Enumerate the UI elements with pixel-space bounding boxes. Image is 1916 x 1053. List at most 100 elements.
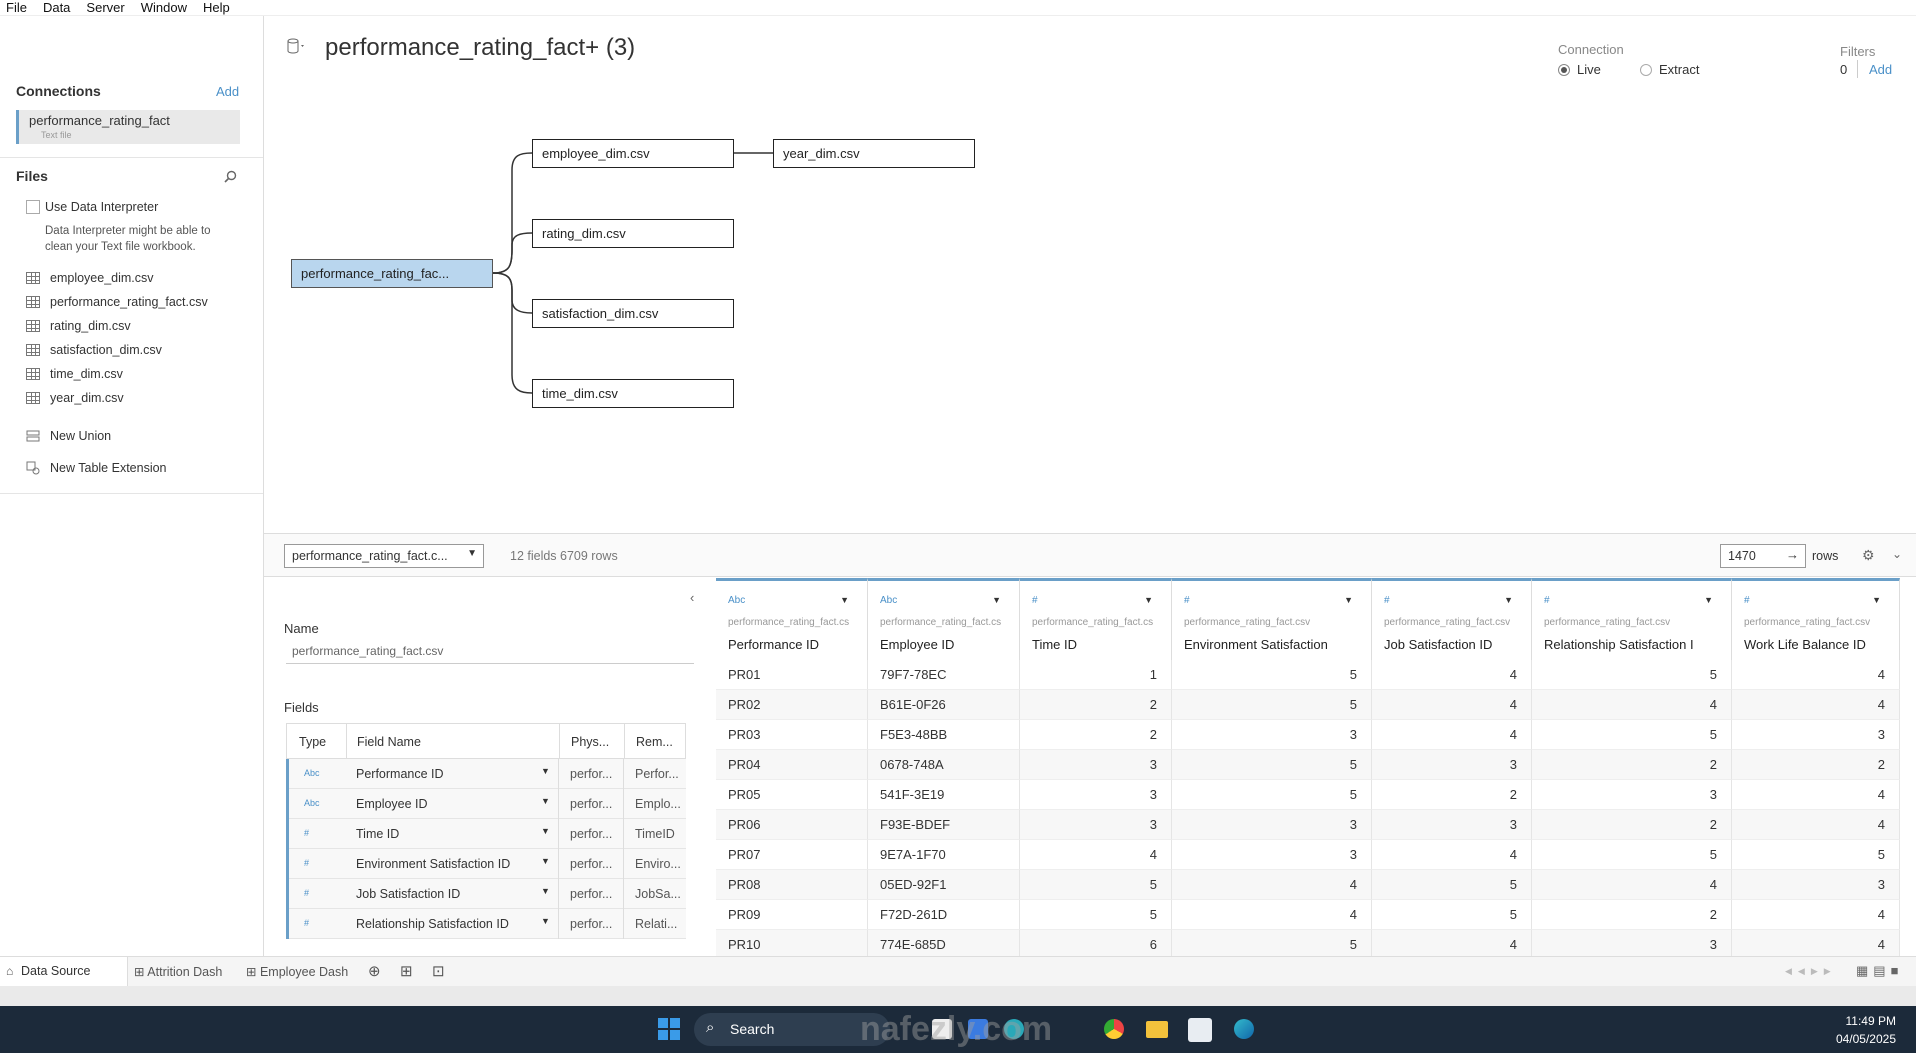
column-name[interactable]: Time ID <box>1032 637 1164 652</box>
remote-field: Perfor... <box>635 767 679 781</box>
chevron-down-icon[interactable]: ▼ <box>541 916 550 926</box>
field-row[interactable]: # Environment Satisfaction ID ▼ perfor... En… <box>286 849 686 879</box>
table-box-employee-dim[interactable]: employee_dim.csv <box>532 139 734 168</box>
table-box-year-dim[interactable]: year_dim.csv <box>773 139 975 168</box>
field-row[interactable]: # Time ID ▼ perfor... TimeID <box>286 819 686 849</box>
grid-cell: 2 <box>1532 810 1732 840</box>
table-extension-icon <box>26 461 40 475</box>
extract-label[interactable]: Extract <box>1659 62 1699 77</box>
tab-employee-dash[interactable]: ⊞ Employee Dash <box>246 964 348 979</box>
new-worksheet-icon[interactable]: ⊕ <box>368 962 381 980</box>
grid-column-header[interactable]: # ▼ performance_rating_fact.csv Environment… <box>1172 578 1372 660</box>
field-name[interactable]: Employee ID <box>356 797 428 811</box>
grid-cell: 4 <box>1020 840 1172 870</box>
tab-nav-icons[interactable]: ◀◀▶▶ <box>1785 966 1837 977</box>
column-header[interactable]: Type <box>299 735 326 749</box>
tab-data-source[interactable]: ⌂ Data Source <box>0 957 128 986</box>
grid-column-header[interactable]: # ▼ performance_rating_fact.csv Job Satisfa… <box>1372 578 1532 660</box>
live-label[interactable]: Live <box>1577 62 1601 77</box>
fields-label: Fields <box>284 700 319 715</box>
chevron-down-icon[interactable]: ▼ <box>840 595 849 605</box>
live-radio[interactable] <box>1558 64 1570 76</box>
table-select[interactable]: performance_rating_fact.c... ▼ <box>284 544 484 568</box>
field-row[interactable]: Abc Employee ID ▼ perfor... Emplo... <box>286 789 686 819</box>
column-name[interactable]: Employee ID <box>880 637 1012 652</box>
column-source: performance_rating_fact.csv <box>1184 617 1311 628</box>
column-source: performance_rating_fact.cs <box>1032 617 1154 628</box>
file-explorer-icon[interactable] <box>1146 1021 1168 1038</box>
grid-column-header[interactable]: # ▼ performance_rating_fact.cs Time ID <box>1020 578 1172 660</box>
column-name[interactable]: Relationship Satisfaction I <box>1544 637 1724 652</box>
field-row[interactable]: # Job Satisfaction ID ▼ perfor... JobSa... <box>286 879 686 909</box>
windows-start-icon[interactable] <box>658 1018 680 1043</box>
column-header[interactable]: Phys... <box>571 735 609 749</box>
tab-label: Employee Dash <box>259 965 349 979</box>
remote-field: Enviro... <box>635 857 681 871</box>
field-name[interactable]: Environment Satisfaction ID <box>356 857 510 871</box>
grid-cell: 3 <box>1020 780 1172 810</box>
name-input[interactable]: performance_rating_fact.csv <box>286 644 694 664</box>
grid-cell: PR02 <box>716 690 868 720</box>
chevron-down-icon[interactable]: ▼ <box>992 595 1001 605</box>
field-name[interactable]: Relationship Satisfaction ID <box>356 917 509 931</box>
new-story-icon[interactable]: ⊡ <box>432 962 445 980</box>
chevron-down-icon[interactable]: ▼ <box>1344 595 1353 605</box>
column-name[interactable]: Environment Satisfaction <box>1184 637 1364 652</box>
table-box-rating-dim[interactable]: rating_dim.csv <box>532 219 734 248</box>
new-table-extension-button[interactable]: New Table Extension <box>26 461 167 475</box>
chevron-down-icon[interactable]: ▼ <box>1704 595 1713 605</box>
grid-column-header[interactable]: Abc ▼ performance_rating_fact.cs Performanc… <box>716 578 868 660</box>
field-type-icon: Abc <box>304 768 320 778</box>
tab-attrition-dash[interactable]: ⊞ Attrition Dash <box>134 964 222 979</box>
table-box-satisfaction-dim[interactable]: satisfaction_dim.csv <box>532 299 734 328</box>
chevron-down-icon[interactable]: ▼ <box>541 826 550 836</box>
chevron-down-icon[interactable]: ▼ <box>541 796 550 806</box>
column-header[interactable]: Rem... <box>636 735 673 749</box>
tableau-icon[interactable] <box>1188 1018 1212 1042</box>
new-union-button[interactable]: New Union <box>26 429 111 443</box>
edge-icon[interactable] <box>1234 1019 1254 1039</box>
grid-cell: 2 <box>1532 900 1732 930</box>
remote-field: Emplo... <box>635 797 681 811</box>
grid-column-header[interactable]: # ▼ performance_rating_fact.csv Relationshi… <box>1532 578 1732 660</box>
chevron-down-icon[interactable]: ▼ <box>1504 595 1513 605</box>
field-name[interactable]: Performance ID <box>356 767 444 781</box>
new-union-label: New Union <box>50 429 112 443</box>
chevron-down-icon[interactable]: ▼ <box>1144 595 1153 605</box>
rows-input[interactable]: 1470 → <box>1720 544 1806 568</box>
chevron-down-icon[interactable]: ▼ <box>541 886 550 896</box>
chevron-down-icon[interactable]: ▼ <box>541 856 550 866</box>
grid-cell: 3 <box>1732 720 1900 750</box>
add-filter-link[interactable]: Add <box>1869 62 1892 77</box>
field-type-icon: # <box>304 858 310 868</box>
chrome-icon[interactable] <box>1104 1019 1124 1039</box>
new-dashboard-icon[interactable]: ⊞ <box>400 962 413 980</box>
grid-cell: 2 <box>1372 780 1532 810</box>
grid-column-header[interactable]: # ▼ performance_rating_fact.csv Work Life B… <box>1732 578 1900 660</box>
grid-cell: PR03 <box>716 720 868 750</box>
collapse-chevron-icon[interactable]: ⌄ <box>1892 547 1902 561</box>
column-header[interactable]: Field Name <box>357 735 421 749</box>
view-toggle-icons[interactable]: ▦▤■ <box>1856 963 1903 979</box>
field-row[interactable]: Abc Performance ID ▼ perfor... Perfor... <box>286 759 686 789</box>
root-table-box[interactable]: performance_rating_fac... <box>291 259 493 288</box>
column-name[interactable]: Performance ID <box>728 637 860 652</box>
grid-cell: 4 <box>1732 810 1900 840</box>
grid-cell: 5 <box>1732 840 1900 870</box>
collapse-left-icon[interactable]: ‹ <box>690 590 694 605</box>
grid-column-header[interactable]: Abc ▼ performance_rating_fact.cs Employee I… <box>868 578 1020 660</box>
divider <box>0 493 263 494</box>
settings-gear-icon[interactable]: ⚙ <box>1862 547 1875 564</box>
chevron-down-icon[interactable]: ▼ <box>1872 595 1881 605</box>
chevron-down-icon[interactable]: ▼ <box>541 766 550 776</box>
field-name[interactable]: Job Satisfaction ID <box>356 887 460 901</box>
field-name[interactable]: Time ID <box>356 827 399 841</box>
column-name[interactable]: Job Satisfaction ID <box>1384 637 1524 652</box>
chevron-down-icon: ▼ <box>467 548 477 559</box>
table-box-time-dim[interactable]: time_dim.csv <box>532 379 734 408</box>
field-row[interactable]: # Relationship Satisfaction ID ▼ perfor... R… <box>286 909 686 939</box>
extract-radio[interactable] <box>1640 64 1652 76</box>
column-name[interactable]: Work Life Balance ID <box>1744 637 1892 652</box>
arrow-right-icon[interactable]: → <box>1786 547 1799 562</box>
datasource-tab-icon: ⌂ <box>6 964 14 978</box>
